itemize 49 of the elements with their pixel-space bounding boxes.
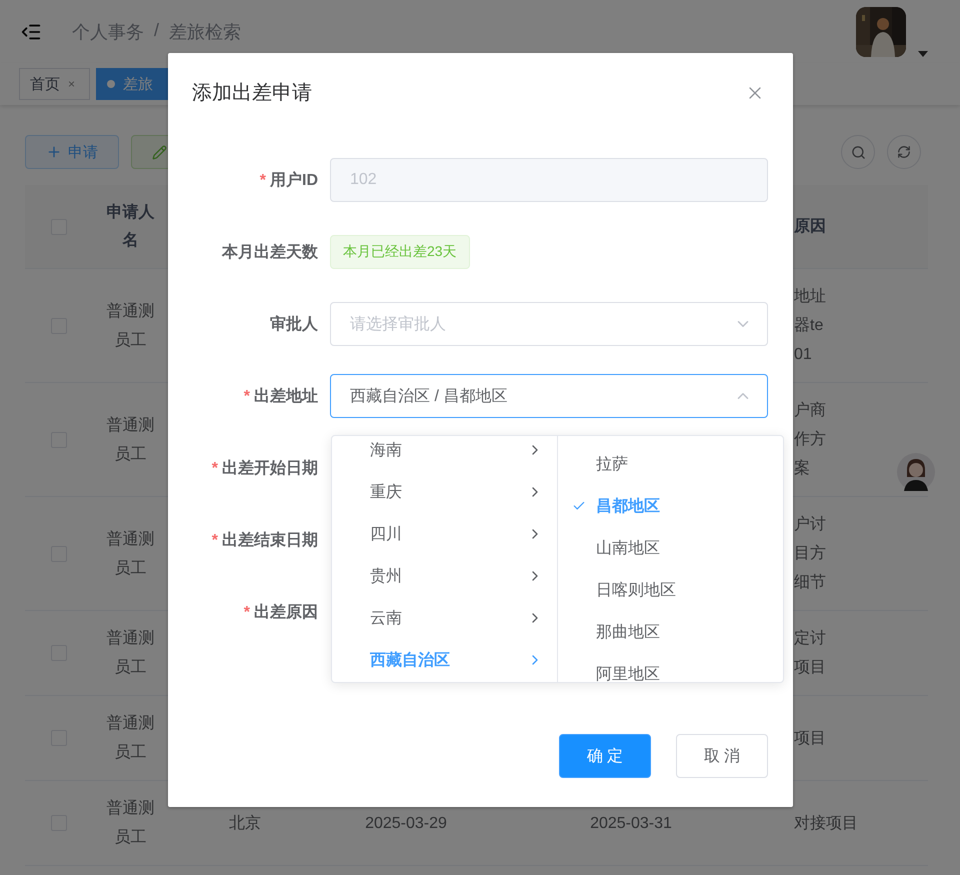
caret-icon[interactable]: [918, 50, 928, 56]
refresh-button[interactable]: [887, 135, 921, 169]
table-cell-text: 定讨 项目: [794, 628, 826, 678]
cascader-option[interactable]: 四川: [332, 513, 557, 555]
table-cell-text: 户讨 目方 细节: [794, 514, 826, 593]
dialog-title: 添加出差申请: [192, 81, 312, 106]
avatar-icon[interactable]: [897, 453, 935, 491]
table-cell-text: 北京: [229, 814, 261, 834]
breadcrumb-item: 差旅检索: [169, 20, 242, 44]
cancel-button[interactable]: 取 消: [676, 734, 768, 778]
cascader-option[interactable]: 重庆: [332, 471, 557, 513]
plus-icon: [46, 144, 62, 160]
pencil-icon: [152, 144, 167, 160]
cascader-option[interactable]: 山南地区: [558, 527, 783, 569]
refresh-icon: [897, 145, 911, 159]
field-label: * 出差地址: [242, 386, 318, 406]
search-button[interactable]: [841, 135, 875, 169]
field-label: * 用户ID: [258, 170, 318, 190]
confirm-button[interactable]: 确 定: [559, 734, 651, 778]
field-label: * 出差结束日期: [210, 530, 318, 550]
table-cell-text: 地址 器te 01: [794, 286, 826, 365]
cascader-option[interactable]: 云南: [332, 597, 557, 639]
field-label: 审批人: [269, 314, 318, 334]
cascader-option[interactable]: 日喀则地区: [558, 569, 783, 611]
table-cell-text: 户商 作方 案: [794, 400, 826, 479]
table-cell-text: 项目: [794, 728, 826, 748]
breadcrumb-separator: /: [154, 20, 160, 42]
cascader-option[interactable]: 海南: [332, 436, 557, 471]
field-label: 本月出差天数: [220, 242, 318, 262]
table-cell-text: 普通测 员工: [106, 415, 154, 464]
field-label: * 出差开始日期: [210, 458, 318, 478]
cascader-option[interactable]: 阿里地区: [558, 653, 783, 682]
table-cell-text: 对接项目: [794, 814, 858, 834]
address-select[interactable]: 西藏自治区 / 昌都地区: [330, 374, 768, 418]
table-cell-text: 2025-03-29: [365, 814, 447, 834]
table-cell-text: 普通测 员工: [106, 529, 154, 578]
table-cell-text: 普通测 员工: [106, 713, 154, 763]
table-cell-text: 普通测 员工: [106, 628, 154, 678]
cascader-option[interactable]: 那曲地区: [558, 611, 783, 653]
page-tab[interactable]: 首页 ×: [19, 68, 90, 100]
cascader-option[interactable]: 贵州: [332, 555, 557, 597]
table-cell-text: 普通测 员工: [106, 798, 154, 848]
search-icon: [850, 144, 866, 160]
table-cell-text: 2025-03-31: [590, 814, 672, 834]
column-header: 原因: [794, 217, 826, 237]
cascader-option[interactable]: 拉萨: [558, 443, 783, 485]
table-cell-text: 普通测 员工: [106, 301, 154, 350]
field-label: * 出差原因: [242, 602, 318, 622]
days-tag: 本月已经出差23天: [330, 235, 470, 269]
